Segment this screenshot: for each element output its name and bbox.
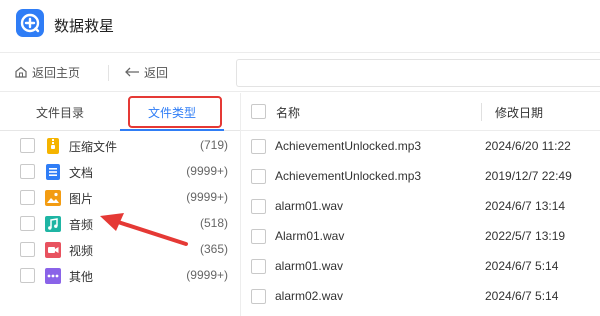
column-header-name[interactable]: 名称 (276, 104, 300, 121)
path-bar[interactable] (236, 59, 600, 87)
type-count: (365) (199, 242, 228, 256)
music-icon (44, 215, 62, 233)
checkbox[interactable] (20, 242, 35, 257)
file-date: 2024/6/20 11:22 (485, 139, 571, 153)
checkbox[interactable] (20, 216, 35, 231)
back-label: 返回 (144, 65, 169, 80)
image-icon (44, 189, 62, 207)
home-button[interactable]: 返回主页 (14, 53, 80, 91)
back-button[interactable]: 返回 (124, 53, 168, 91)
toolbar: 返回主页 返回 (0, 52, 600, 92)
tab-highlight-box (128, 96, 222, 128)
file-name: alarm01.wav (275, 199, 344, 213)
checkbox[interactable] (20, 190, 35, 205)
file-date: 2022/5/7 13:19 (485, 229, 566, 243)
type-label: 视频 (69, 244, 94, 258)
video-icon (44, 241, 62, 259)
file-date: 2024/6/7 5:14 (485, 259, 559, 273)
row-checkbox[interactable] (251, 199, 266, 214)
file-name: alarm01.wav (275, 259, 344, 273)
more-icon (44, 267, 62, 285)
type-row-image[interactable]: 图片 (9999+) (0, 185, 240, 211)
type-count: (518) (199, 216, 228, 230)
type-row-document[interactable]: 文档 (9999+) (0, 159, 240, 185)
archive-icon (44, 137, 62, 155)
table-header: 名称 修改日期 (241, 93, 600, 131)
table-row[interactable]: alarm02.wav 2024/6/7 5:14 (241, 282, 600, 312)
app-title: 数据救星 (54, 17, 115, 35)
file-date: 2024/6/7 13:14 (485, 199, 566, 213)
type-label: 文档 (69, 166, 94, 180)
file-name: Alarm01.wav (275, 229, 345, 243)
file-date: 2019/12/7 22:49 (485, 169, 572, 183)
tab-file-directory[interactable]: 文件目录 (10, 93, 110, 131)
type-label: 其他 (69, 270, 94, 284)
column-divider[interactable] (481, 103, 482, 121)
row-checkbox[interactable] (251, 289, 266, 304)
checkbox[interactable] (20, 164, 35, 179)
file-date: 2024/6/7 5:14 (485, 289, 559, 303)
table-row[interactable]: AchievementUnlocked.mp3 2019/12/7 22:49 (241, 162, 600, 192)
type-row-other[interactable]: 其他 (9999+) (0, 263, 240, 289)
type-count: (9999+) (186, 268, 228, 282)
file-name: AchievementUnlocked.mp3 (275, 169, 422, 183)
file-name: AchievementUnlocked.mp3 (275, 139, 422, 153)
home-icon (15, 66, 27, 78)
type-row-audio[interactable]: 音频 (518) (0, 211, 240, 237)
row-checkbox[interactable] (251, 169, 266, 184)
table-row[interactable]: Alarm01.wav 2022/5/7 13:19 (241, 222, 600, 252)
type-row-archive[interactable]: 压缩文件 (719) (0, 133, 240, 159)
type-count: (9999+) (186, 164, 228, 178)
home-label: 返回主页 (32, 65, 81, 80)
toolbar-divider (108, 65, 109, 81)
file-name: alarm02.wav (275, 289, 344, 303)
file-table: 名称 修改日期 AchievementUnlocked.mp3 2024/6/2… (241, 93, 600, 316)
app-logo-icon (16, 9, 44, 37)
checkbox[interactable] (20, 268, 35, 283)
type-count: (719) (199, 138, 228, 152)
active-tab-indicator (120, 129, 224, 131)
type-count: (9999+) (186, 190, 228, 204)
left-pane: 文件目录 文件类型 压缩文件 (719) 文档 (9999+) 图片 (9999… (0, 93, 240, 316)
checkbox[interactable] (20, 138, 35, 153)
tab-bar: 文件目录 文件类型 (0, 93, 240, 131)
type-label: 音频 (69, 218, 94, 232)
row-checkbox[interactable] (251, 139, 266, 154)
type-row-video[interactable]: 视频 (365) (0, 237, 240, 263)
select-all-checkbox[interactable] (251, 104, 266, 119)
table-row[interactable]: AchievementUnlocked.mp3 2024/6/20 11:22 (241, 132, 600, 162)
table-row[interactable]: alarm01.wav 2024/6/7 5:14 (241, 252, 600, 282)
column-header-date[interactable]: 修改日期 (495, 104, 543, 121)
row-checkbox[interactable] (251, 229, 266, 244)
title-bar: 数据救星 (0, 0, 600, 52)
type-label: 压缩文件 (69, 140, 118, 154)
arrow-left-icon (125, 67, 139, 77)
document-icon (44, 163, 62, 181)
row-checkbox[interactable] (251, 259, 266, 274)
type-label: 图片 (69, 192, 94, 206)
table-row[interactable]: alarm01.wav 2024/6/7 13:14 (241, 192, 600, 222)
